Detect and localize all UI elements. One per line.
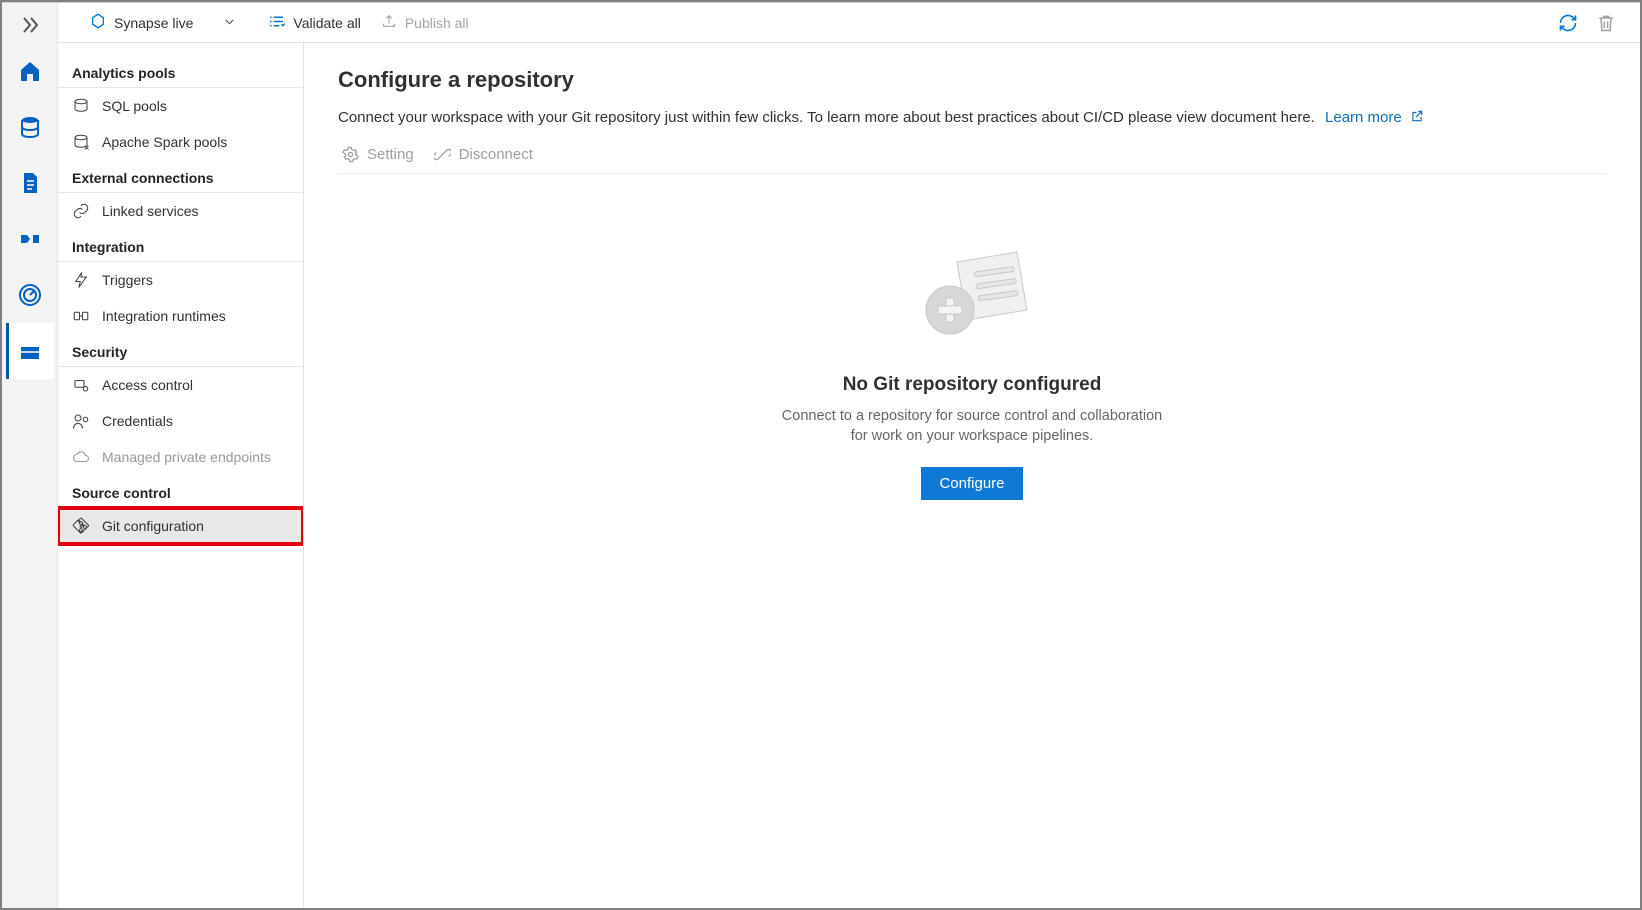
nav-label: Apache Spark pools bbox=[102, 134, 227, 150]
rail-monitor[interactable] bbox=[6, 267, 54, 323]
empty-text: Connect to a repository for source contr… bbox=[782, 406, 1162, 447]
sidebar-item-managed-endpoints: Managed private endpoints bbox=[58, 439, 303, 475]
toolbox-icon bbox=[18, 339, 42, 363]
gauge-icon bbox=[18, 283, 42, 307]
disconnect-label: Disconnect bbox=[459, 146, 533, 163]
sidebar-item-access-control[interactable]: Access control bbox=[58, 367, 303, 403]
section-source-control: Source control bbox=[58, 479, 303, 508]
upload-icon bbox=[381, 13, 397, 32]
command-bar: Synapse live Validate all Publish all bbox=[58, 3, 1640, 43]
validate-all-button[interactable]: Validate all bbox=[260, 9, 368, 37]
page-title: Configure a repository bbox=[338, 67, 1606, 93]
empty-state: No Git repository configured Connect to … bbox=[338, 244, 1606, 500]
empty-heading: No Git repository configured bbox=[843, 374, 1102, 396]
link-icon bbox=[72, 202, 90, 220]
nav-label: Managed private endpoints bbox=[102, 449, 271, 465]
nav-label: Access control bbox=[102, 377, 193, 393]
spark-pool-icon bbox=[72, 133, 90, 151]
trigger-icon bbox=[72, 271, 90, 289]
learn-more-link[interactable]: Learn more bbox=[1325, 109, 1424, 126]
workspace-mode-dropdown[interactable]: Synapse live bbox=[82, 9, 244, 36]
access-icon bbox=[72, 376, 90, 394]
configure-button[interactable]: Configure bbox=[921, 467, 1022, 500]
publish-all-label: Publish all bbox=[405, 15, 469, 31]
sidebar-item-linked-services[interactable]: Linked services bbox=[58, 193, 303, 229]
nav-label: Credentials bbox=[102, 413, 173, 429]
chevron-down-icon bbox=[223, 15, 236, 31]
rail-develop[interactable] bbox=[6, 155, 54, 211]
expand-rail-button[interactable] bbox=[6, 7, 54, 43]
cloud-icon bbox=[72, 448, 90, 466]
refresh-icon bbox=[1558, 13, 1578, 33]
sidebar-item-spark-pools[interactable]: Apache Spark pools bbox=[58, 124, 303, 160]
setting-label: Setting bbox=[367, 146, 414, 163]
refresh-button[interactable] bbox=[1558, 13, 1578, 33]
description-text: Connect your workspace with your Git rep… bbox=[338, 109, 1315, 126]
delete-button[interactable] bbox=[1596, 13, 1616, 33]
sidebar-item-integration-runtimes[interactable]: Integration runtimes bbox=[58, 298, 303, 334]
action-bar: Setting Disconnect bbox=[338, 136, 1606, 174]
section-security: Security bbox=[58, 338, 303, 367]
main-content: Configure a repository Connect your work… bbox=[304, 43, 1640, 908]
nav-label: Linked services bbox=[102, 203, 199, 219]
checklist-icon bbox=[268, 13, 285, 33]
nav-label: SQL pools bbox=[102, 98, 167, 114]
runtime-icon bbox=[72, 307, 90, 325]
section-integration: Integration bbox=[58, 233, 303, 262]
learn-more-label: Learn more bbox=[1325, 109, 1402, 126]
sidebar-item-triggers[interactable]: Triggers bbox=[58, 262, 303, 298]
section-analytics-pools: Analytics pools bbox=[58, 59, 303, 88]
sidebar-item-git-configuration[interactable]: Git configuration bbox=[58, 508, 303, 544]
disconnect-action: Disconnect bbox=[434, 146, 533, 163]
validate-all-label: Validate all bbox=[293, 15, 360, 31]
sidebar-item-sql-pools[interactable]: SQL pools bbox=[58, 88, 303, 124]
external-link-icon bbox=[1410, 109, 1424, 123]
sql-pool-icon bbox=[72, 97, 90, 115]
chevron-double-right-icon bbox=[18, 13, 42, 37]
page-description: Connect your workspace with your Git rep… bbox=[338, 109, 1606, 126]
gear-icon bbox=[342, 146, 359, 163]
credentials-icon bbox=[72, 412, 90, 430]
sidebar-item-credentials[interactable]: Credentials bbox=[58, 403, 303, 439]
setting-action: Setting bbox=[342, 146, 414, 163]
manage-sidebar: Analytics pools SQL pools Apache Spark p… bbox=[58, 43, 304, 908]
rail-manage[interactable] bbox=[6, 323, 54, 379]
disconnect-icon bbox=[434, 146, 451, 163]
nav-label: Integration runtimes bbox=[102, 308, 226, 324]
hexagon-icon bbox=[90, 13, 106, 32]
document-icon bbox=[18, 171, 42, 195]
empty-line2: for work on your workspace pipelines. bbox=[851, 428, 1094, 444]
pipeline-icon bbox=[18, 227, 42, 251]
publish-all-button: Publish all bbox=[373, 9, 477, 36]
trash-icon bbox=[1596, 13, 1616, 33]
database-icon bbox=[18, 115, 42, 139]
rail-home[interactable] bbox=[6, 43, 54, 99]
nav-label: Git configuration bbox=[102, 518, 204, 534]
empty-illustration bbox=[902, 244, 1042, 354]
section-external: External connections bbox=[58, 164, 303, 193]
empty-line1: Connect to a repository for source contr… bbox=[782, 408, 1162, 424]
rail-data[interactable] bbox=[6, 99, 54, 155]
workspace-mode-label: Synapse live bbox=[114, 15, 193, 31]
left-rail bbox=[2, 3, 58, 908]
home-icon bbox=[18, 59, 42, 83]
git-icon bbox=[72, 517, 90, 535]
rail-integrate[interactable] bbox=[6, 211, 54, 267]
nav-label: Triggers bbox=[102, 272, 153, 288]
